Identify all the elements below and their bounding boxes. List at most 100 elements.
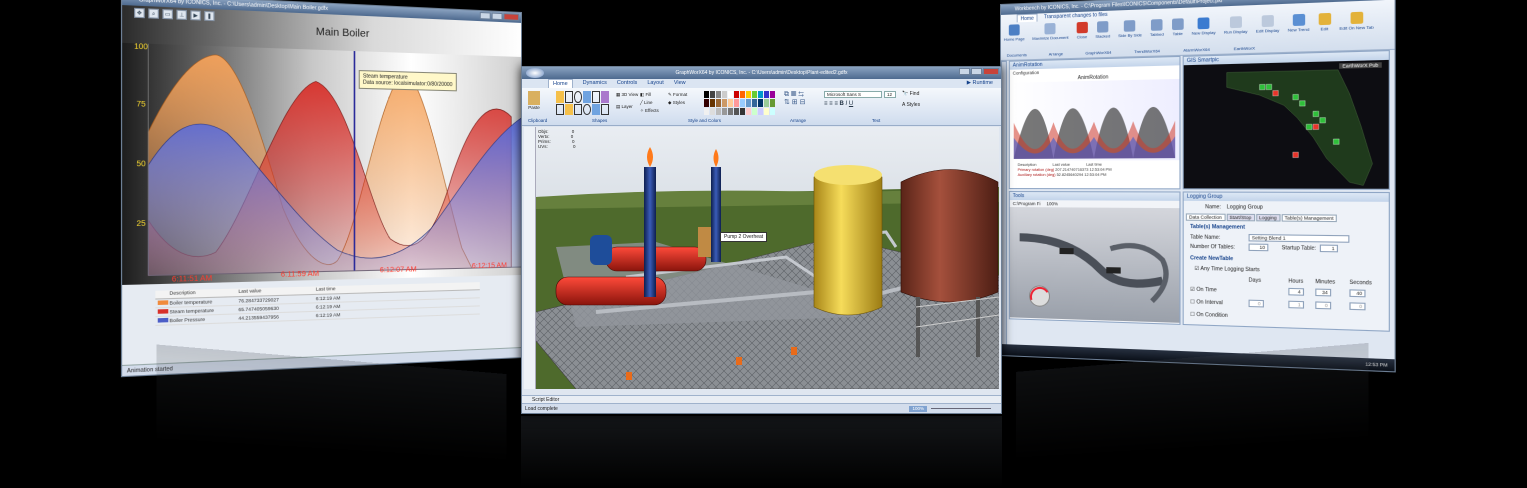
run-display-button[interactable]: Run Display (1221, 14, 1251, 37)
layer-button[interactable]: ▤ Layer (616, 104, 633, 110)
close-button[interactable] (983, 68, 999, 75)
taskbar-clock: 12:53 PM (1365, 361, 1388, 368)
trend-row[interactable]: Auxiliary rotation (deg) 52.8245640294 1… (1018, 173, 1180, 178)
close-button[interactable] (503, 13, 520, 21)
earth-title: EarthWorX Pub (1338, 62, 1382, 69)
num-tables-stepper[interactable]: 10 (1248, 243, 1269, 252)
on-time-checkbox[interactable]: ☑ On Time (1190, 287, 1217, 294)
format-button[interactable]: ✎ Format (668, 91, 687, 99)
pan-icon[interactable]: ✥ (134, 7, 145, 19)
group-label: Arrange (1048, 51, 1064, 57)
pause-icon[interactable]: ❚ (204, 10, 215, 22)
shapes-gallery[interactable] (556, 91, 612, 115)
minutes-input[interactable]: 34 (1315, 288, 1332, 297)
gis-smartpic-panel: GIS Smartpic EarthWorX Pub (1182, 50, 1390, 190)
group-label: Documents (1006, 52, 1027, 58)
seconds-input[interactable]: 40 (1349, 289, 1366, 298)
new-trend-button[interactable]: New Trend (1284, 11, 1312, 34)
font-name-select[interactable]: Microsoft Sans S (824, 91, 882, 98)
col-header: Days (1248, 277, 1262, 285)
florida-map[interactable] (1184, 60, 1390, 189)
zoom-icon[interactable]: ⌕ (148, 8, 159, 19)
tab-view[interactable]: View (674, 79, 686, 88)
runtime-button[interactable]: ▶ Runtime (967, 79, 993, 88)
fill-button[interactable]: ◧ Fill (640, 91, 659, 99)
hours-input[interactable]: 4 (1288, 287, 1305, 296)
edit-display-button[interactable]: Edit Display (1253, 13, 1283, 36)
tools-tab[interactable]: Tools (1013, 193, 1025, 199)
home-page-button[interactable]: Home Page (1001, 22, 1028, 44)
stack-1 (644, 167, 656, 297)
table-button[interactable]: Table (1169, 16, 1187, 39)
edit-button[interactable]: Edit (1315, 11, 1334, 34)
path-label: C:\Program Fi (1012, 201, 1041, 207)
interval-hours[interactable]: 1 (1288, 300, 1305, 309)
startup-stepper[interactable]: 1 (1319, 244, 1338, 253)
trend-plot[interactable] (122, 43, 523, 285)
anim-rotation-tab[interactable]: AnimRotation (1013, 62, 1043, 69)
tab-start-stop[interactable]: Start/Stop (1226, 213, 1255, 222)
yellow-tank (813, 166, 883, 316)
maximize-button[interactable] (971, 68, 982, 75)
scene-stats: Objs: 0 Vertx: 0 Prims: 0 UVs: 0 (538, 129, 576, 149)
maximize-document-button[interactable]: Maximize Document (1029, 20, 1071, 43)
minimize-button[interactable] (479, 12, 491, 20)
tab-logging[interactable]: Logging (1255, 213, 1281, 222)
effects-button[interactable]: ✧ Effects (640, 107, 659, 115)
interval-seconds[interactable]: 0 (1349, 302, 1366, 311)
zoom-level[interactable]: 100% (909, 406, 927, 412)
ruler-icon[interactable]: ⊥ (176, 9, 187, 20)
col-header: Minutes (1315, 278, 1336, 286)
main-boiler-window: GraphWorX64 by ICONICS, Inc. - C:\Users\… (120, 0, 523, 378)
edit-on-new-tab-button[interactable]: Edit On New Tab (1336, 9, 1377, 33)
conveyor-scene[interactable] (1010, 207, 1180, 323)
x-tick: 6:12:15 AM (471, 262, 507, 271)
select-icon[interactable]: ▭ (162, 9, 173, 20)
tab-home[interactable]: Home (548, 79, 573, 88)
gis-tab[interactable]: GIS Smartpic (1187, 57, 1219, 64)
interval-days[interactable]: 0 (1248, 299, 1264, 308)
pump-tooltip: Pump 2 Overheat (720, 232, 768, 242)
find-button[interactable]: 🔭 Find (902, 91, 919, 97)
app-orb-icon[interactable] (526, 68, 544, 78)
on-interval-checkbox[interactable]: ☐ On Interval (1190, 299, 1223, 306)
plant-3d-scene[interactable] (536, 127, 999, 389)
trend-plot-svg (122, 43, 523, 285)
line-button[interactable]: ╱ Line (640, 99, 659, 107)
paste-button[interactable]: Paste (528, 91, 540, 110)
tools-panel: Tools C:\Program Fi 100% (1008, 191, 1181, 325)
tab-tables-management[interactable]: Table(s) Management (1281, 214, 1337, 223)
num-tables-label: Number Of Tables: (1190, 243, 1235, 251)
tab-layout[interactable]: Layout (647, 79, 664, 88)
close-document-button[interactable]: Close (1073, 20, 1090, 42)
group-shapes: Shapes (592, 118, 608, 123)
logging-group-tab[interactable]: Logging Group (1187, 194, 1223, 200)
tab-dynamics[interactable]: Dynamics (583, 79, 607, 88)
maximize-button[interactable] (491, 12, 503, 21)
arrange-tools[interactable]: ⧉ ▦ ⇆ ⇅ ⊞ ⊟ (784, 91, 822, 115)
on-condition-checkbox[interactable]: ☐ On Condition (1190, 312, 1228, 319)
properties-strip[interactable] (524, 127, 536, 389)
new-display-button[interactable]: New Display (1189, 15, 1219, 38)
side-by-side-button[interactable]: Side By Side (1115, 18, 1145, 41)
zoom-slider[interactable] (931, 408, 991, 409)
styles-button[interactable]: ◆ Styles (668, 99, 687, 107)
table-name-input[interactable]: Setting Blend 1 (1248, 233, 1350, 243)
3d-view-button[interactable]: ▦ 3D View (616, 92, 638, 98)
font-size-select[interactable]: 12 (884, 91, 896, 98)
interval-minutes[interactable]: 0 (1315, 301, 1332, 310)
tab-controls[interactable]: Controls (617, 79, 637, 88)
color-palette[interactable] (704, 91, 778, 115)
zoom-value[interactable]: 100% (1046, 201, 1058, 206)
any-time-checkbox[interactable]: ☑ Any Time Logging Starts (1194, 266, 1259, 274)
script-editor-tab[interactable]: Script Editor (522, 395, 1001, 403)
tab-data-collection[interactable]: Data Collection (1185, 213, 1226, 222)
left-status-bar: Animation started (122, 347, 522, 377)
tabbed-button[interactable]: Tabbed (1147, 17, 1167, 39)
text-styles-button[interactable]: A Styles (902, 102, 920, 108)
text-format-tools[interactable]: ≡ ≡ ≡ B I U (824, 101, 853, 107)
stacked-button[interactable]: Stacked (1092, 19, 1113, 41)
play-icon[interactable]: ▶ (190, 10, 201, 21)
minimize-button[interactable] (959, 68, 970, 75)
x-tick: 6:11:59 AM (280, 270, 319, 279)
